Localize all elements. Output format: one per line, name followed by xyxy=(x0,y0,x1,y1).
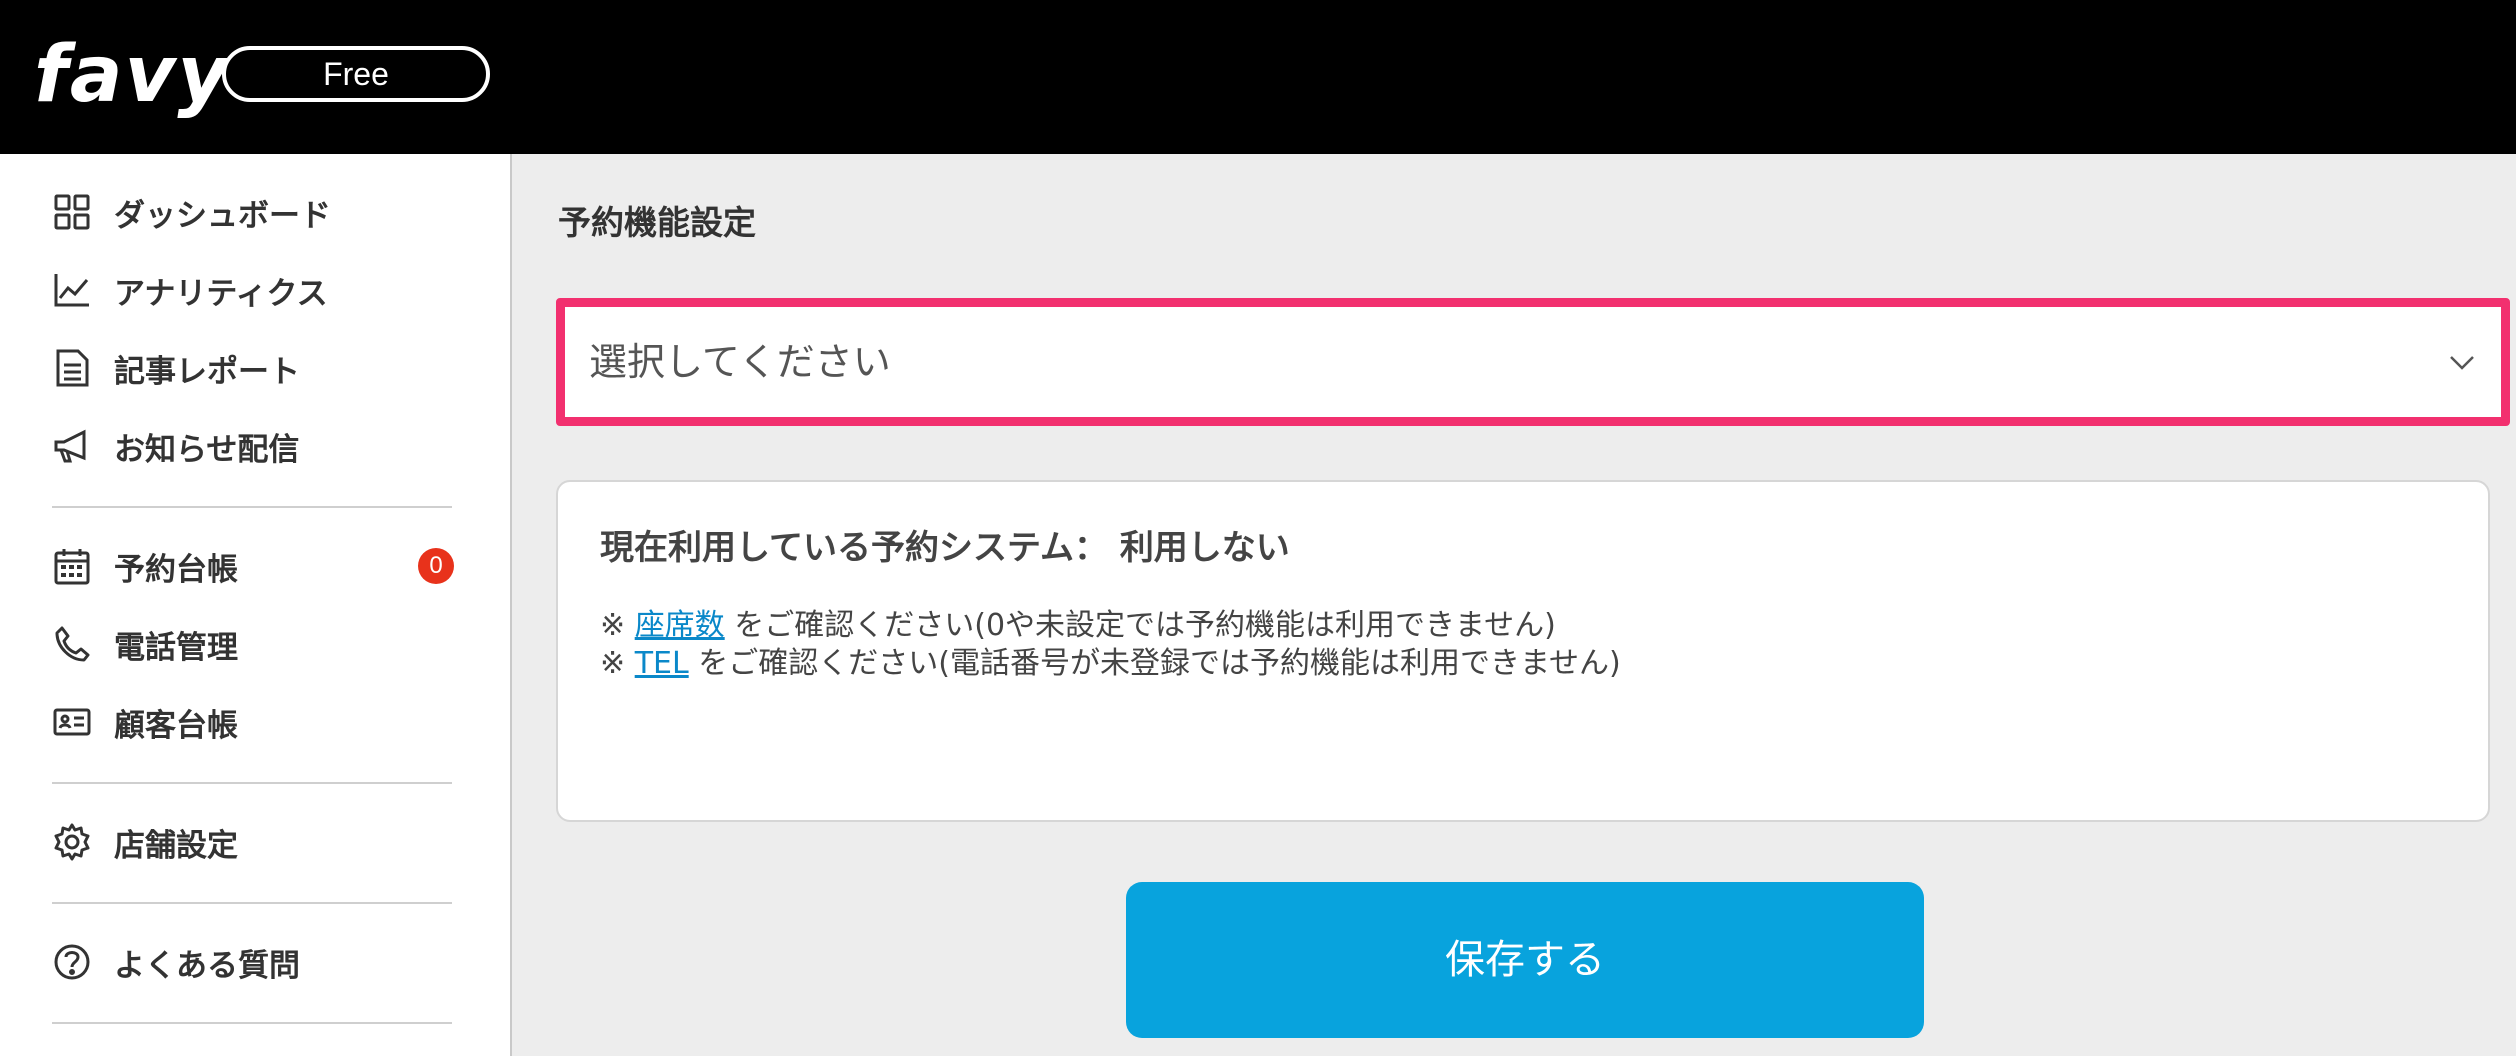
tel-link[interactable]: TEL xyxy=(635,646,689,681)
sidebar-item-label: 予約台帳 xyxy=(114,551,238,588)
top-bar: favy Free xyxy=(0,0,2516,154)
sidebar-divider xyxy=(52,782,452,784)
help-circle-icon xyxy=(52,942,92,982)
sidebar-divider xyxy=(52,902,452,904)
note-text: をご確認ください(電話番号が未登録では予約機能は利用できません) xyxy=(698,646,1621,681)
calendar-icon xyxy=(52,546,92,586)
current-system-value: 利用しない xyxy=(1119,528,1290,568)
sidebar: ダッシュボード アナリティクス 記事レポート お知らせ配信 予約台帳 0 電話管… xyxy=(0,154,512,1056)
sidebar-divider xyxy=(52,506,452,508)
sidebar-item-analytics[interactable]: アナリティクス xyxy=(52,260,452,320)
megaphone-icon xyxy=(52,426,92,466)
plan-badge: Free xyxy=(222,46,490,102)
note-tel: ※ TEL をご確認ください(電話番号が未登録では予約機能は利用できません) xyxy=(600,638,1621,682)
save-button[interactable]: 保存する xyxy=(1126,882,1924,1038)
page-title: 予約機能設定 xyxy=(558,203,756,242)
sidebar-item-label: 記事レポート xyxy=(114,353,300,390)
gear-icon xyxy=(52,822,92,862)
sidebar-item-store-settings[interactable]: 店舗設定 xyxy=(52,812,452,872)
main-content: 予約機能設定 選択してください 現在利用している予約システム： 利用しない ※ … xyxy=(514,154,2516,1056)
sidebar-item-customer-ledger[interactable]: 顧客台帳 xyxy=(52,692,452,752)
sidebar-item-label: よくある質問 xyxy=(114,947,300,984)
sidebar-item-label: 店舗設定 xyxy=(114,827,238,864)
id-card-icon xyxy=(52,702,92,742)
current-system-text: 現在利用している予約システム： 利用しない xyxy=(600,520,1290,569)
sidebar-item-label: 電話管理 xyxy=(114,629,238,666)
chart-line-icon xyxy=(52,270,92,310)
sidebar-item-reservation-ledger[interactable]: 予約台帳 0 xyxy=(52,536,454,596)
sidebar-item-label: 顧客台帳 xyxy=(114,707,238,744)
sidebar-item-label: ダッシュボード xyxy=(114,197,331,234)
grid-icon xyxy=(52,192,92,232)
reservation-info-card: 現在利用している予約システム： 利用しない ※ 座席数 をご確認ください(0や未… xyxy=(556,480,2490,822)
select-placeholder: 選択してください xyxy=(589,340,891,384)
reservation-system-select[interactable]: 選択してください xyxy=(556,298,2510,426)
notification-count-badge: 0 xyxy=(418,548,454,584)
sidebar-divider xyxy=(52,1022,452,1024)
current-system-label: 現在利用している予約システム： xyxy=(600,528,1108,568)
phone-icon xyxy=(52,624,92,664)
sidebar-item-phone-management[interactable]: 電話管理 xyxy=(52,614,452,674)
note-mark: ※ xyxy=(600,646,626,681)
sidebar-item-label: お知らせ配信 xyxy=(114,431,300,468)
sidebar-item-notification[interactable]: お知らせ配信 xyxy=(52,416,452,476)
favy-logo[interactable]: favy xyxy=(34,30,230,120)
sidebar-item-article-report[interactable]: 記事レポート xyxy=(52,338,452,398)
document-icon xyxy=(52,348,92,388)
sidebar-item-label: アナリティクス xyxy=(114,275,328,312)
sidebar-item-faq[interactable]: よくある質問 xyxy=(52,932,452,992)
sidebar-item-dashboard[interactable]: ダッシュボード xyxy=(52,182,452,242)
chevron-down-icon xyxy=(2450,356,2474,370)
